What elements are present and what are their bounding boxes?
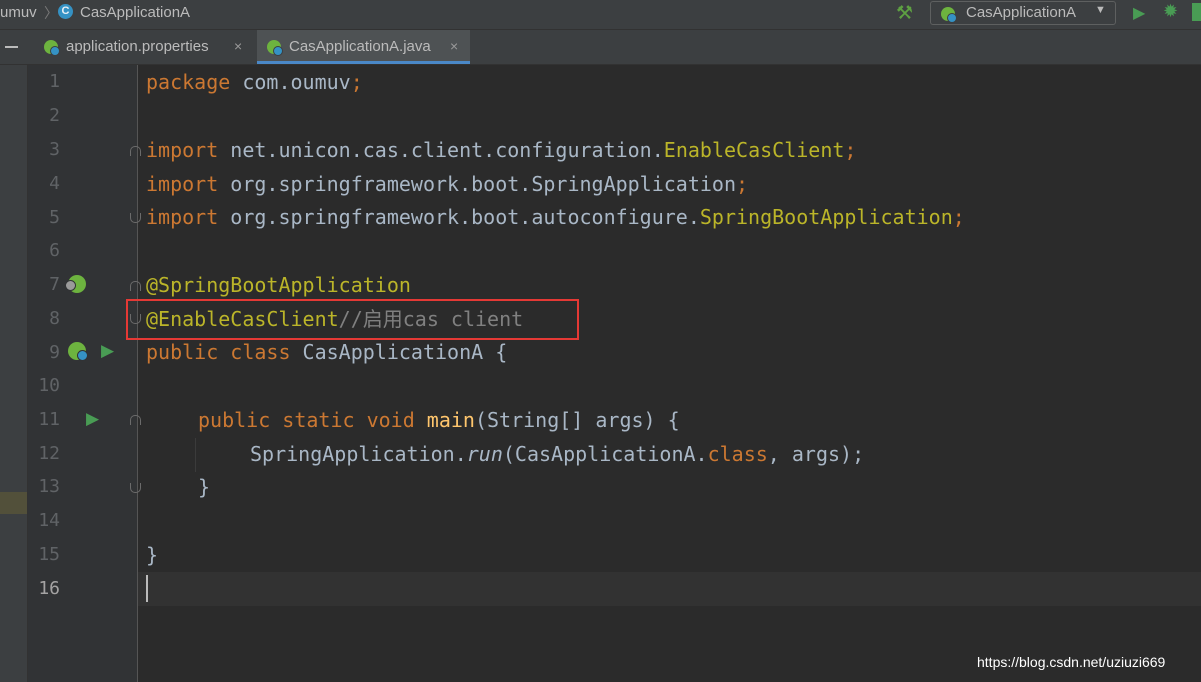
line-number: 9 xyxy=(49,342,60,363)
code-line-1: package com.oumuv; xyxy=(146,70,363,94)
keyword: package xyxy=(146,70,231,94)
code-line-11: public static void main(String[] args) { xyxy=(198,408,680,432)
bookmark-marker xyxy=(0,492,27,514)
closing-brace: } xyxy=(146,543,159,567)
import-class: SpringBootApplication xyxy=(699,205,953,229)
navigation-bar: umuv 〉 C CasApplicationA ⚒ CasApplicatio… xyxy=(0,0,1201,29)
spring-class-icon xyxy=(267,40,283,56)
code-line-13: } xyxy=(198,475,210,499)
class-icon: C xyxy=(58,4,73,19)
line-number: 2 xyxy=(49,105,60,126)
tool-window-strip xyxy=(0,65,28,682)
keyword: import xyxy=(146,172,219,196)
import-class: EnableCasClient xyxy=(663,138,845,162)
line-number: 15 xyxy=(38,544,60,565)
line-number: 14 xyxy=(38,510,60,531)
line-number: 5 xyxy=(49,207,60,228)
class-ref: SpringApplication. xyxy=(250,442,467,466)
code-line-7: @SpringBootApplication xyxy=(146,273,411,297)
breadcrumb-separator: 〉 xyxy=(44,5,58,21)
keyword: public class xyxy=(146,340,291,364)
keyword: import xyxy=(146,205,219,229)
editor-tabs: application.properties × CasApplicationA… xyxy=(0,29,1201,65)
chevron-down-icon: ▼ xyxy=(1095,4,1106,16)
line-number: 12 xyxy=(38,443,60,464)
code-line-5: import org.springframework.boot.autoconf… xyxy=(146,205,965,229)
current-line-highlight xyxy=(138,572,1201,606)
run-icon[interactable]: ▶ xyxy=(1133,3,1145,23)
spring-boot-icon xyxy=(941,7,957,23)
class-declaration: CasApplicationA { xyxy=(290,340,508,364)
annotation: @SpringBootApplication xyxy=(146,273,411,297)
line-number: 4 xyxy=(49,173,60,194)
run-configuration-selector[interactable]: CasApplicationA ▼ xyxy=(930,1,1116,25)
run-configuration-label: CasApplicationA xyxy=(966,4,1077,21)
method-name: main xyxy=(426,408,475,432)
spring-bean-icon[interactable] xyxy=(68,342,88,361)
code-line-3: import net.unicon.cas.client.configurati… xyxy=(146,138,856,162)
semicolon: ; xyxy=(350,70,363,94)
code-line-15: } xyxy=(146,543,158,567)
code-line-12: SpringApplication.run(CasApplicationA.cl… xyxy=(250,442,864,466)
spring-properties-icon xyxy=(44,40,60,56)
line-number: 10 xyxy=(38,375,60,396)
semicolon: ; xyxy=(844,138,857,162)
line-number: 13 xyxy=(38,476,60,497)
import-path: org.springframework.boot.SpringApplicati… xyxy=(218,172,737,196)
tab-label: CasApplicationA.java xyxy=(289,38,431,55)
package-name: com.oumuv xyxy=(230,70,351,94)
tab-label: application.properties xyxy=(66,38,209,55)
indent-guide xyxy=(195,438,196,472)
tab-application-properties[interactable]: application.properties × xyxy=(34,30,252,64)
code-line-9: public class CasApplicationA { xyxy=(146,340,507,364)
breadcrumb-project[interactable]: umuv xyxy=(0,4,37,21)
line-number-current: 16 xyxy=(38,578,60,599)
argument-rest: , args); xyxy=(767,442,865,466)
line-number: 6 xyxy=(49,240,60,261)
line-number: 8 xyxy=(49,308,60,329)
highlight-box xyxy=(126,299,579,340)
keyword: import xyxy=(146,138,219,162)
text-caret xyxy=(146,575,148,602)
line-number: 7 xyxy=(49,274,60,295)
argument: (CasApplicationA. xyxy=(502,442,708,466)
run-icon[interactable]: ▶ xyxy=(101,341,114,361)
line-number: 3 xyxy=(49,139,60,160)
spring-bean-icon[interactable] xyxy=(65,275,86,293)
semicolon: ; xyxy=(736,172,749,196)
line-number: 1 xyxy=(49,71,60,92)
close-icon[interactable]: × xyxy=(234,38,242,54)
import-path: org.springframework.boot.autoconfigure. xyxy=(218,205,700,229)
keyword: public static void xyxy=(198,408,415,432)
tab-casapplicationa-java[interactable]: CasApplicationA.java × xyxy=(257,30,470,64)
semicolon: ; xyxy=(952,205,965,229)
debug-icon[interactable]: ✹ xyxy=(1163,1,1178,22)
line-number: 11 xyxy=(38,409,60,430)
watermark: https://blog.csdn.net/uziuzi669 xyxy=(977,654,1166,670)
collapse-icon[interactable] xyxy=(5,46,18,48)
coverage-icon[interactable] xyxy=(1192,3,1201,21)
code-line-4: import org.springframework.boot.SpringAp… xyxy=(146,172,748,196)
keyword: class xyxy=(707,442,768,466)
import-path: net.unicon.cas.client.configuration. xyxy=(218,138,664,162)
hammer-icon[interactable]: ⚒ xyxy=(896,2,913,25)
method-call: run xyxy=(466,442,503,466)
method-params: (String[] args) { xyxy=(474,408,680,432)
closing-brace: } xyxy=(198,475,211,499)
breadcrumb-class[interactable]: CasApplicationA xyxy=(80,4,190,21)
close-icon[interactable]: × xyxy=(450,38,458,54)
run-icon[interactable]: ▶ xyxy=(86,409,99,429)
